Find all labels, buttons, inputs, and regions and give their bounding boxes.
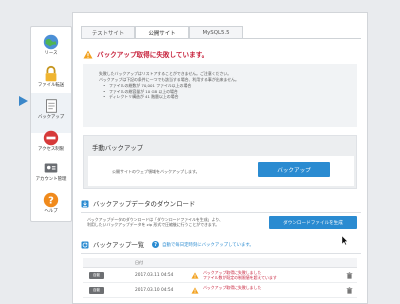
no-entry-icon [43,130,59,146]
backup-list-title: バックアップ一覧 [93,241,145,249]
info-box: 失敗したバックアップはリストアすることができません。ご注意ください。 バックアッ… [83,64,357,127]
auto-backup-text: 自動で毎日定時刻にバックアップしています。 [162,242,254,248]
sidebar-item-label: ファイル転送 [37,83,65,88]
backup-table: 日付 自動 2017.03.11 04:54 バックアップ取得に失敗しました フ… [83,258,357,298]
tab-divider [81,38,361,39]
backup-date: 2017.03.11 04:54 [135,273,174,278]
error-title: バックアップ取得に失敗しています。 [97,51,209,59]
sidebar-item-label: バックアップ [37,115,65,120]
generate-download-button[interactable]: ダウンロードファイルを生成 [269,216,357,229]
sidebar-item-label: ヘルプ [44,209,58,214]
question-icon: ? [152,241,160,248]
lock-icon [45,65,57,82]
sidebar-item-help[interactable]: ? ヘルプ [31,187,71,227]
table-row: 自動 2017.03.11 04:54 バックアップ取得に失敗しました ファイル… [83,269,357,283]
manual-backup-card: 手動バックアップ 公開サイトのウェブ領域をバックアップします。 バックアップ [83,135,357,189]
download-icon [81,200,89,207]
manual-backup-body: 公開サイトのウェブ領域をバックアップします。 バックアップ [88,156,354,186]
help-icon: ? [43,192,59,208]
row-error-message: バックアップ取得に失敗しました [203,285,261,290]
sidebar-item-label: リース [44,51,58,56]
warning-icon [191,272,199,279]
globe-icon [43,34,59,50]
backup-icon [46,99,57,113]
row-error-message: バックアップ取得に失敗しました ファイル数が既定の制限値を超えています [203,270,277,280]
main-panel: テストサイト 公開サイト MySQL5.5 バックアップ取得に失敗しています。 … [72,12,368,304]
backup-button[interactable]: バックアップ [258,162,330,177]
id-card-icon [44,163,58,173]
sidebar-item-label: アカウント管理 [35,177,67,182]
refresh-icon [81,241,89,248]
info-bullets: ファイルの総数が 70,001 ファイル以上の場合 ファイルの総容量が 10 G… [103,83,357,100]
download-title: バックアップデータのダウンロード [93,200,196,208]
auto-badge: 自動 [89,287,104,294]
backup-list-heading: バックアップ一覧 ? 自動で毎日定時刻にバックアップしています。 [81,240,254,249]
active-nav-pointer [19,96,28,106]
trash-icon[interactable] [346,272,353,279]
sidebar-nav: リース ファイル転送 バックアップ アクセス制限 アカウント管理 ? ヘルプ [30,26,72,222]
info-line-2: バックアップは下記の条件に一つでも該当する場合、利用する事が出来ません。 [99,76,239,82]
table-row: 自動 2017.03.10 04:54 バックアップ取得に失敗しました [83,284,357,298]
warning-icon [191,287,199,294]
section-divider [81,212,361,213]
warning-icon [83,50,93,58]
auto-badge: 自動 [89,272,104,279]
backup-date: 2017.03.10 04:54 [135,288,174,293]
table-header: 日付 [83,258,357,268]
manual-backup-description: 公開サイトのウェブ領域をバックアップします。 [112,169,200,174]
date-column-header: 日付 [135,260,143,265]
auto-backup-note: ? 自動で毎日定時刻にバックアップしています。 [152,241,254,248]
trash-icon[interactable] [346,287,353,294]
section-divider [81,253,361,254]
svg-text:?: ? [48,196,54,207]
manual-backup-title: 手動バックアップ [92,144,144,152]
download-text-2: 利用したいバックアップデータを zip 形式で圧縮後に行うことができます。 [87,222,220,227]
mouse-cursor-icon [342,236,348,245]
sidebar-item-label: アクセス制限 [37,147,65,152]
list-item: ディレクトリ構造が 41 階層以上の場合 [103,94,357,100]
row-error-line-2: ファイル数が既定の制限値を超えています [203,275,277,280]
error-heading: バックアップ取得に失敗しています。 [83,49,208,59]
row-error-line-1: バックアップ取得に失敗しました [203,285,262,290]
download-section-heading: バックアップデータのダウンロード [81,199,195,208]
